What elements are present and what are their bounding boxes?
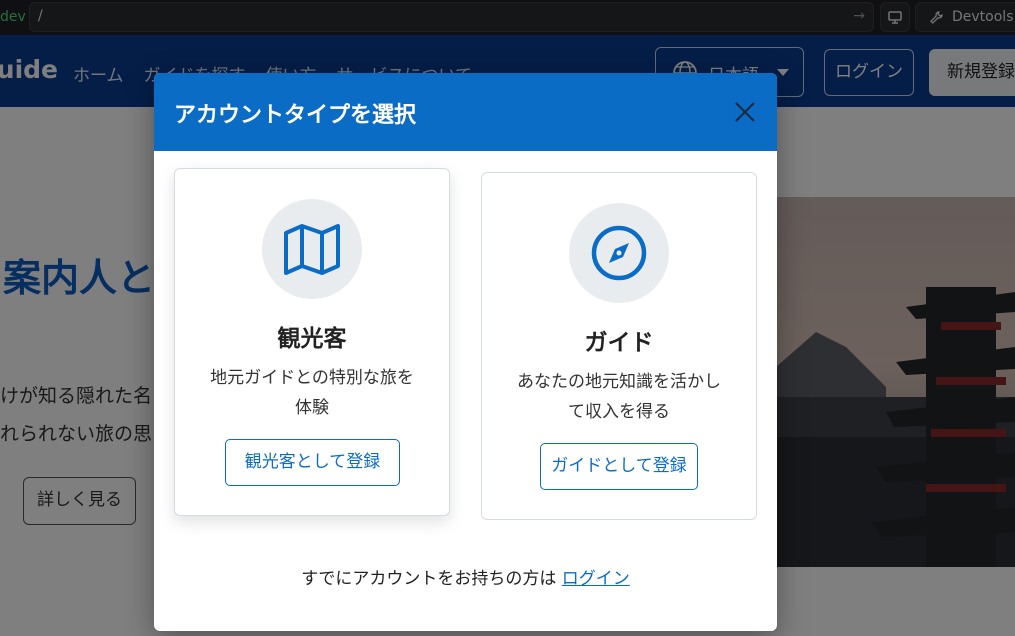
guide-card[interactable]: ガイド あなたの地元知識を活かして収入を得る ガイドとして登録 bbox=[481, 172, 757, 520]
register-guide-button[interactable]: ガイドとして登録 bbox=[540, 443, 698, 490]
login-prompt: すでにアカウントをお持ちの方は ログイン bbox=[154, 564, 777, 589]
login-prompt-text: すでにアカウントをお持ちの方は bbox=[301, 569, 557, 589]
register-tourist-button[interactable]: 観光客として登録 bbox=[225, 439, 400, 486]
guide-card-description: あなたの地元知識を活かして収入を得る bbox=[517, 372, 721, 422]
tourist-icon-circle bbox=[262, 199, 362, 299]
tourist-card-title: 観光客 bbox=[277, 326, 347, 352]
modal-header: アカウントタイプを選択 bbox=[154, 73, 777, 151]
modal-title: アカウントタイプを選択 bbox=[174, 103, 417, 128]
guide-card-title: ガイド bbox=[584, 330, 654, 356]
login-link[interactable]: ログイン bbox=[562, 569, 630, 589]
map-icon bbox=[284, 224, 340, 275]
tourist-card-description: 地元ガイドとの特別な旅を体験 bbox=[210, 368, 414, 418]
guide-icon-circle bbox=[569, 203, 669, 303]
close-icon[interactable] bbox=[732, 99, 758, 125]
compass-icon bbox=[591, 225, 647, 281]
tourist-card[interactable]: 観光客 地元ガイドとの特別な旅を体験 観光客として登録 bbox=[174, 168, 450, 516]
account-type-modal: アカウントタイプを選択 観光客 地元ガイドとの特別な旅を体験 観光客として登録 … bbox=[154, 73, 777, 631]
